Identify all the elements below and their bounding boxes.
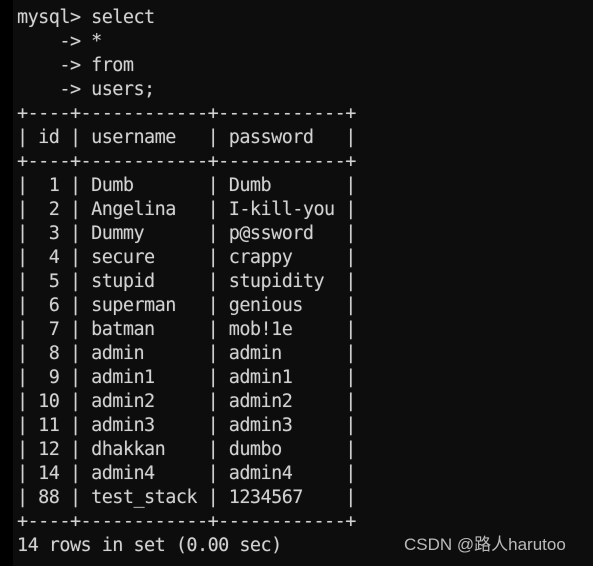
terminal-left-gutter bbox=[0, 0, 13, 566]
terminal-console[interactable]: mysql> select -> * -> from -> users; +--… bbox=[13, 0, 593, 566]
terminal-output: mysql> select -> * -> from -> users; +--… bbox=[17, 7, 356, 556]
csdn-watermark: CSDN @路人harutoo bbox=[404, 535, 566, 554]
terminal-window[interactable]: mysql> select -> * -> from -> users; +--… bbox=[0, 0, 593, 566]
